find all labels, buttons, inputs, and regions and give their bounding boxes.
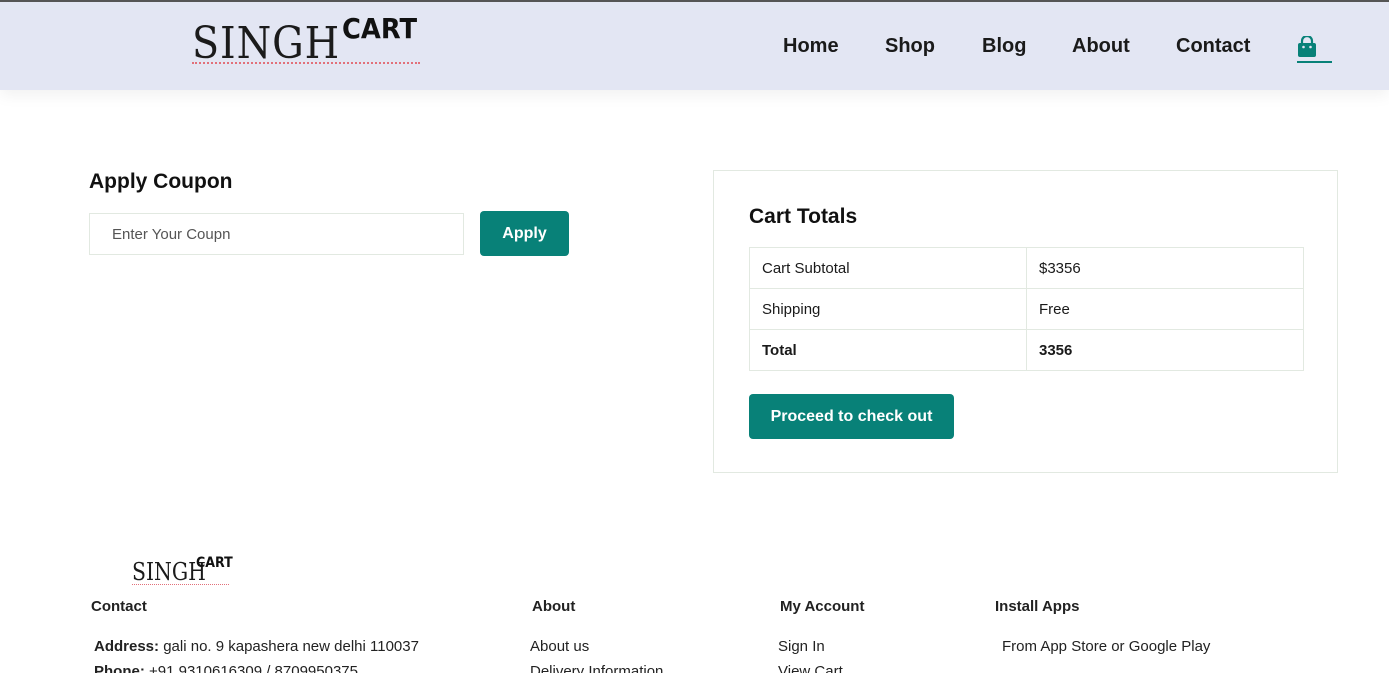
nav-contact[interactable]: Contact	[1176, 35, 1250, 58]
footer-logo-underline	[132, 584, 229, 585]
nav-shop[interactable]: Shop	[885, 35, 935, 58]
footer-link-view-cart[interactable]: View Cart	[778, 663, 843, 673]
row-label: Shipping	[749, 288, 1027, 330]
footer-apps-text: From App Store or Google Play	[1002, 638, 1211, 655]
footer-address: Address: gali no. 9 kapashera new delhi …	[94, 638, 419, 655]
footer-logo-main: SINGH	[132, 558, 206, 586]
nav-blog[interactable]: Blog	[982, 35, 1026, 58]
row-label: Total	[749, 329, 1027, 371]
footer-contact-heading: Contact	[91, 598, 147, 615]
footer-link-sign-in[interactable]: Sign In	[778, 638, 825, 655]
footer-link-delivery-info[interactable]: Delivery Information	[530, 663, 663, 673]
footer-account-heading: My Account	[780, 598, 865, 615]
nav-home[interactable]: Home	[783, 35, 839, 58]
apply-coupon-button[interactable]: Apply	[480, 211, 569, 256]
cart-totals-box: Cart Totals Cart Subtotal $3356 Shipping…	[713, 170, 1338, 473]
main-nav: Home Shop Blog About Contact	[0, 35, 1389, 65]
address-value: gali no. 9 kapashera new delhi 110037	[163, 638, 419, 655]
proceed-to-checkout-button[interactable]: Proceed to check out	[749, 394, 954, 439]
active-nav-underline	[1297, 61, 1332, 63]
cart-totals-table: Cart Subtotal $3356 Shipping Free Total …	[749, 247, 1304, 371]
cart-totals-title: Cart Totals	[749, 205, 858, 228]
coupon-input[interactable]	[89, 213, 464, 255]
footer-phone: Phone: +91 9310616309 / 8709950375	[94, 663, 358, 673]
row-value: Free	[1026, 288, 1304, 330]
phone-value: +91 9310616309 / 8709950375	[149, 663, 358, 673]
row-value: 3356	[1026, 329, 1304, 371]
site-header: SINGH CART Home Shop Blog About Contact	[0, 0, 1389, 90]
footer-link-about-us[interactable]: About us	[530, 638, 589, 655]
footer-apps-heading: Install Apps	[995, 598, 1080, 615]
coupon-title: Apply Coupon	[89, 170, 233, 193]
nav-about[interactable]: About	[1072, 35, 1130, 58]
table-row: Shipping Free	[749, 288, 1304, 330]
phone-label: Phone:	[94, 663, 145, 673]
address-label: Address:	[94, 638, 160, 655]
footer-logo[interactable]: SINGH CART	[132, 555, 233, 587]
table-row-total: Total 3356	[749, 329, 1304, 371]
table-row: Cart Subtotal $3356	[749, 247, 1304, 289]
shopping-bag-icon[interactable]	[1296, 36, 1332, 64]
footer-logo-sup: CART	[196, 555, 233, 571]
footer-about-heading: About	[532, 598, 576, 615]
row-label: Cart Subtotal	[749, 247, 1027, 289]
row-value: $3356	[1026, 247, 1304, 289]
